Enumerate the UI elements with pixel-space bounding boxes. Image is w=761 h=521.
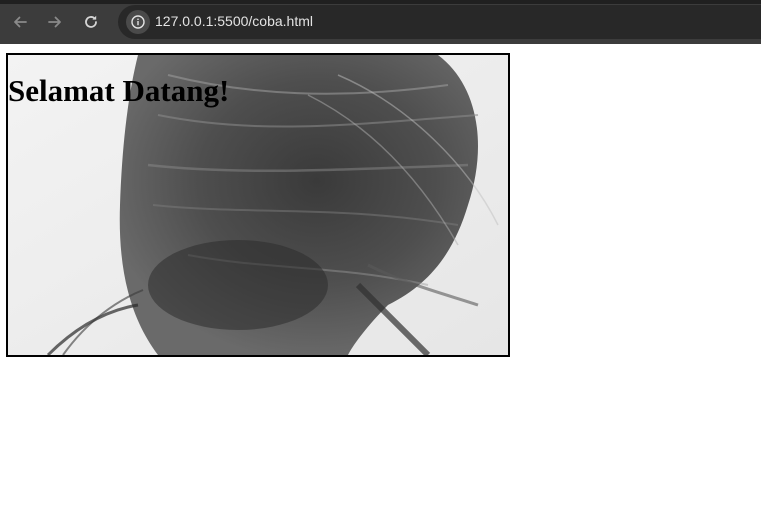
page-heading: Selamat Datang! xyxy=(8,73,230,108)
site-info-button[interactable] xyxy=(126,10,150,34)
reload-button[interactable] xyxy=(79,10,103,34)
back-button[interactable] xyxy=(8,10,32,34)
tab-strip xyxy=(0,0,761,4)
info-icon xyxy=(131,15,145,29)
browser-toolbar: 127.0.0.1:5500/coba.html xyxy=(0,0,761,44)
arrow-right-icon xyxy=(48,16,61,28)
hero-banner: Selamat Datang! xyxy=(6,53,510,357)
reload-icon xyxy=(85,15,97,28)
forward-button[interactable] xyxy=(43,10,67,34)
address-bar[interactable]: 127.0.0.1:5500/coba.html xyxy=(118,5,761,39)
page-content: Selamat Datang! xyxy=(0,44,761,521)
url-text[interactable]: 127.0.0.1:5500/coba.html xyxy=(155,13,313,29)
arrow-left-icon xyxy=(14,16,27,28)
